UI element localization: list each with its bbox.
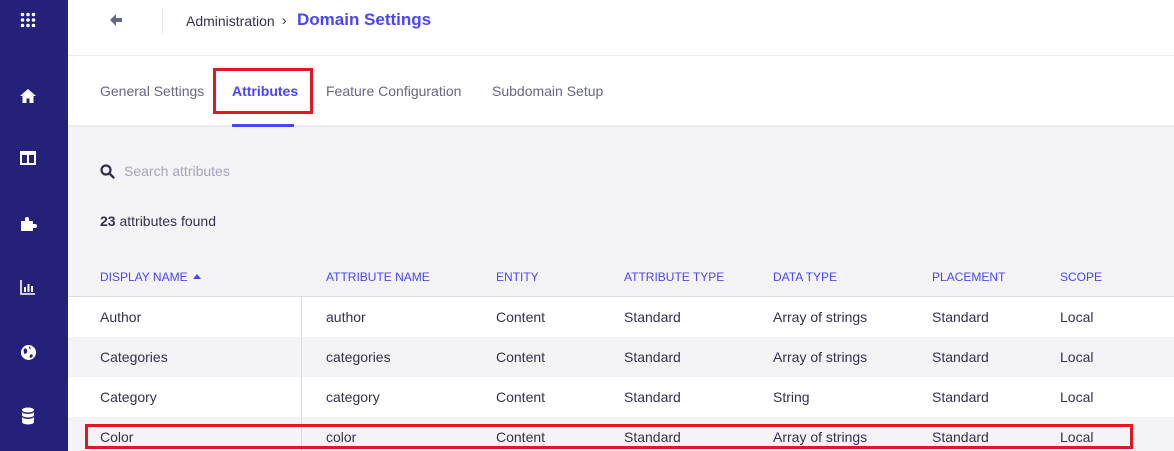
cell-entity: Content — [496, 429, 546, 445]
tab-subdomain-setup[interactable]: Subdomain Setup — [492, 82, 603, 100]
database-icon[interactable] — [18, 406, 38, 426]
sidebar — [0, 0, 68, 451]
breadcrumb-separator-icon: › — [282, 12, 287, 28]
cell-scope: Local — [1060, 349, 1094, 365]
globe-icon[interactable] — [18, 342, 38, 362]
table-row[interactable]: Author author Content Standard Array of … — [68, 297, 1174, 337]
search-icon — [100, 164, 115, 179]
home-icon[interactable] — [18, 86, 38, 106]
cell-attribute-type: Standard — [624, 309, 681, 325]
cell-placement: Standard — [932, 309, 989, 325]
cell-scope: Local — [1060, 389, 1094, 405]
table-header: DISPLAY NAME ATTRIBUTE NAME ENTITY ATTRI… — [68, 256, 1174, 297]
column-divider — [301, 297, 302, 451]
column-header-attribute-name[interactable]: ATTRIBUTE NAME — [326, 270, 430, 284]
search-input[interactable] — [124, 160, 524, 182]
breadcrumb-parent[interactable]: Administration — [186, 12, 275, 30]
cell-attribute-type: Standard — [624, 389, 681, 405]
column-header-display-name[interactable]: DISPLAY NAME — [100, 270, 201, 284]
chart-icon[interactable] — [18, 277, 38, 297]
tab-general-settings[interactable]: General Settings — [100, 82, 204, 100]
header-divider — [162, 8, 163, 34]
table-row[interactable]: Category category Content Standard Strin… — [68, 377, 1174, 417]
column-header-placement[interactable]: PLACEMENT — [932, 270, 1005, 284]
cell-attribute-name: author — [326, 309, 366, 325]
cell-entity: Content — [496, 349, 546, 365]
cell-placement: Standard — [932, 389, 989, 405]
layout-icon[interactable] — [18, 148, 38, 168]
column-header-label: DISPLAY NAME — [100, 270, 188, 284]
cell-display-name: Color — [100, 429, 134, 445]
cell-data-type: Array of strings — [773, 429, 868, 445]
results-count-number: 23 — [100, 213, 116, 229]
results-count: 23 attributes found — [100, 212, 216, 230]
cell-placement: Standard — [932, 429, 989, 445]
cell-attribute-type: Standard — [624, 349, 681, 365]
sort-ascending-icon — [192, 274, 201, 279]
column-header-data-type[interactable]: DATA TYPE — [773, 270, 837, 284]
cell-attribute-type: Standard — [624, 429, 681, 445]
tab-attributes[interactable]: Attributes — [232, 82, 298, 100]
back-arrow-icon[interactable] — [108, 12, 126, 30]
cell-data-type: String — [773, 389, 810, 405]
column-header-scope[interactable]: SCOPE — [1060, 270, 1102, 284]
cell-scope: Local — [1060, 309, 1094, 325]
table-row[interactable]: Color color Content Standard Array of st… — [68, 417, 1174, 451]
cell-display-name: Category — [100, 389, 157, 405]
cell-data-type: Array of strings — [773, 349, 868, 365]
cell-entity: Content — [496, 309, 546, 325]
tab-bar: General Settings Attributes Feature Conf… — [68, 56, 1174, 127]
cell-scope: Local — [1060, 429, 1094, 445]
grid-menu-icon[interactable] — [18, 10, 38, 30]
cell-display-name: Author — [100, 309, 142, 325]
results-count-suffix: attributes found — [115, 213, 216, 229]
cell-data-type: Array of strings — [773, 309, 868, 325]
cell-display-name: Categories — [100, 349, 168, 365]
header: Administration › Domain Settings — [68, 0, 1174, 56]
cell-attribute-name: color — [326, 429, 357, 445]
cell-entity: Content — [496, 389, 546, 405]
cell-attribute-name: category — [326, 389, 380, 405]
cell-placement: Standard — [932, 349, 989, 365]
table-row[interactable]: Categories categories Content Standard A… — [68, 337, 1174, 377]
column-header-attribute-type[interactable]: ATTRIBUTE TYPE — [624, 270, 724, 284]
column-header-entity[interactable]: ENTITY — [496, 270, 539, 284]
tab-feature-configuration[interactable]: Feature Configuration — [326, 82, 461, 100]
page-title: Domain Settings — [297, 10, 432, 29]
cell-attribute-name: categories — [326, 349, 391, 365]
puzzle-icon[interactable] — [18, 214, 38, 234]
active-tab-indicator — [232, 124, 294, 127]
